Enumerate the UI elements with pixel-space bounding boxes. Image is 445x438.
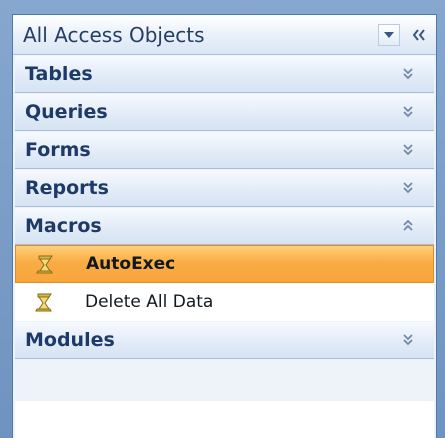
expand-chevron-icon[interactable]	[398, 178, 418, 198]
expand-chevron-icon[interactable]	[398, 64, 418, 84]
list-item-delete-all-data[interactable]: Delete All Data	[15, 283, 434, 321]
double-chevron-left-icon	[412, 28, 425, 41]
pane-empty-area	[15, 401, 434, 438]
macro-icon	[36, 255, 53, 274]
group-label: Queries	[25, 101, 108, 123]
navigation-pane: All Access Objects Tables Queries Forms …	[12, 14, 437, 438]
group-tables[interactable]: Tables	[15, 56, 434, 93]
group-label: Modules	[25, 329, 115, 351]
list-item-label: AutoExec	[86, 254, 176, 274]
window-frame: All Access Objects Tables Queries Forms …	[0, 0, 445, 438]
macro-icon	[35, 293, 52, 312]
group-forms[interactable]: Forms	[15, 132, 434, 169]
pane-menu-dropdown-button[interactable]	[378, 23, 400, 46]
group-reports[interactable]: Reports	[15, 170, 434, 207]
list-item-autoexec[interactable]: AutoExec	[15, 245, 434, 283]
group-label: Tables	[25, 63, 93, 85]
expand-chevron-icon[interactable]	[398, 140, 418, 160]
pane-header[interactable]: All Access Objects	[13, 15, 436, 55]
group-label: Forms	[25, 139, 91, 161]
group-queries[interactable]: Queries	[15, 94, 434, 131]
collapse-chevron-icon[interactable]	[398, 216, 418, 236]
shutter-bar-collapse-button[interactable]	[408, 24, 430, 46]
pane-title: All Access Objects	[23, 22, 205, 47]
group-label: Reports	[25, 177, 109, 199]
list-item-label: Delete All Data	[85, 292, 214, 312]
expand-chevron-icon[interactable]	[398, 102, 418, 122]
expand-chevron-icon[interactable]	[398, 330, 418, 350]
group-label: Macros	[25, 215, 102, 237]
group-modules[interactable]: Modules	[15, 322, 434, 359]
group-macros[interactable]: Macros	[15, 208, 434, 245]
dropdown-arrow-icon	[384, 31, 394, 38]
